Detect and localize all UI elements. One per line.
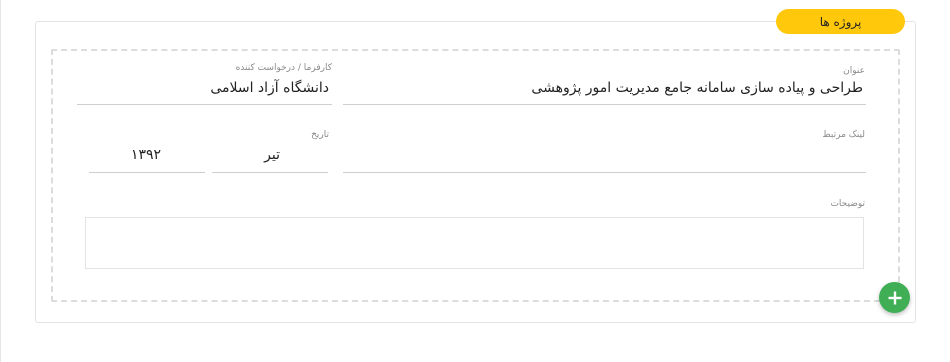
client-field-label: کارفرما / درخواست کننده xyxy=(235,63,332,73)
date-field-label: تاریخ xyxy=(311,130,329,140)
plus-icon xyxy=(888,291,901,304)
date-year-underline xyxy=(89,172,205,173)
page-left-border xyxy=(0,0,1,362)
description-field-label: توضیحات xyxy=(830,199,865,209)
client-field-input[interactable]: دانشگاه آزاد اسلامی xyxy=(210,80,329,96)
date-month-underline xyxy=(212,172,328,173)
add-project-button[interactable] xyxy=(879,282,910,313)
projects-section-title: پروژه ها xyxy=(819,14,862,29)
description-textarea[interactable] xyxy=(85,217,864,269)
title-field-underline xyxy=(343,104,866,105)
date-month-select[interactable]: تیر xyxy=(264,147,280,163)
date-year-select[interactable]: ۱۳۹۲ xyxy=(131,147,161,163)
projects-section-badge: پروژه ها xyxy=(776,9,905,34)
title-field-input[interactable]: طراحی و پیاده سازی سامانه جامع مدیریت ام… xyxy=(531,80,863,96)
link-field-label: لینک مرتبط xyxy=(822,130,865,140)
link-field-underline xyxy=(343,172,866,173)
client-field-underline xyxy=(77,104,332,105)
title-field-label: عنوان xyxy=(843,66,865,76)
